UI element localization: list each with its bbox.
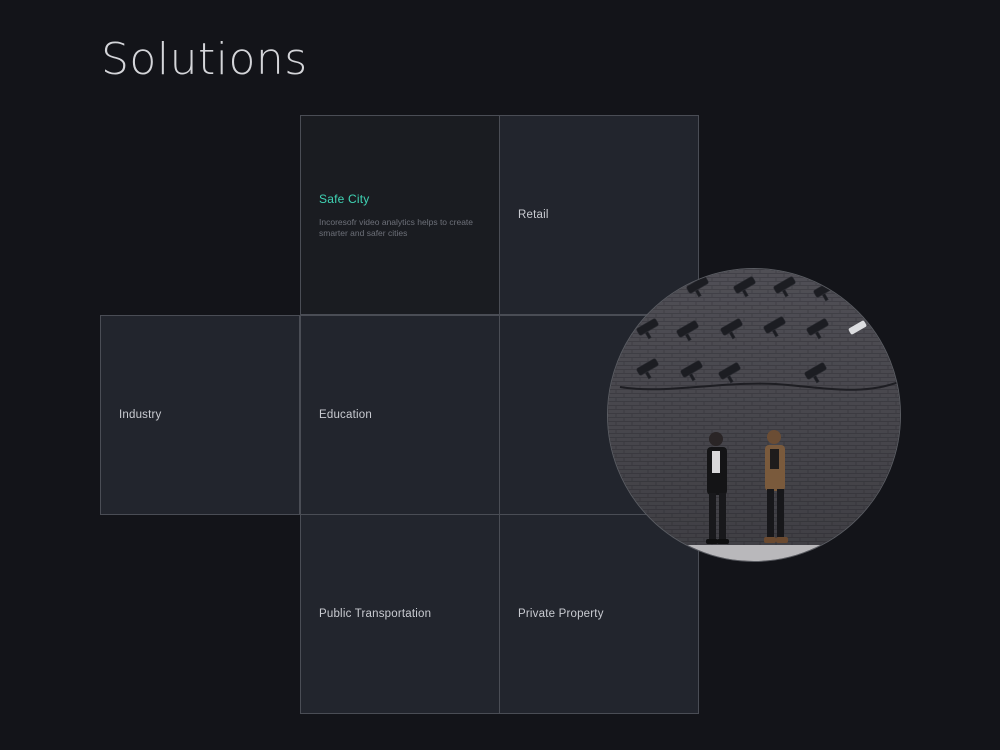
- tile-label: Public Transportation: [319, 608, 432, 620]
- tile-label: Education: [319, 409, 372, 421]
- tile-retail[interactable]: Retail: [499, 115, 699, 315]
- solutions-page: Solutions Safe City Incoresofr video ana…: [0, 0, 1000, 750]
- page-title: Solutions: [101, 34, 308, 85]
- tile-label: Retail: [518, 209, 549, 221]
- cctv-photo: [607, 268, 901, 562]
- cctv-photo-illustration: [608, 269, 900, 561]
- tile-industry[interactable]: Industry: [100, 315, 300, 515]
- tile-private-property[interactable]: Private Property: [499, 514, 699, 714]
- tile-public-transportation[interactable]: Public Transportation: [300, 514, 500, 714]
- tile-education[interactable]: Education: [300, 315, 500, 515]
- tile-safe-city[interactable]: Safe City Incoresofr video analytics hel…: [300, 115, 500, 315]
- tile-label: Private Property: [518, 608, 604, 620]
- tile-description: Incoresofr video analytics helps to crea…: [319, 217, 474, 238]
- tile-label: Industry: [119, 409, 162, 421]
- tile-label: Safe City: [319, 192, 370, 206]
